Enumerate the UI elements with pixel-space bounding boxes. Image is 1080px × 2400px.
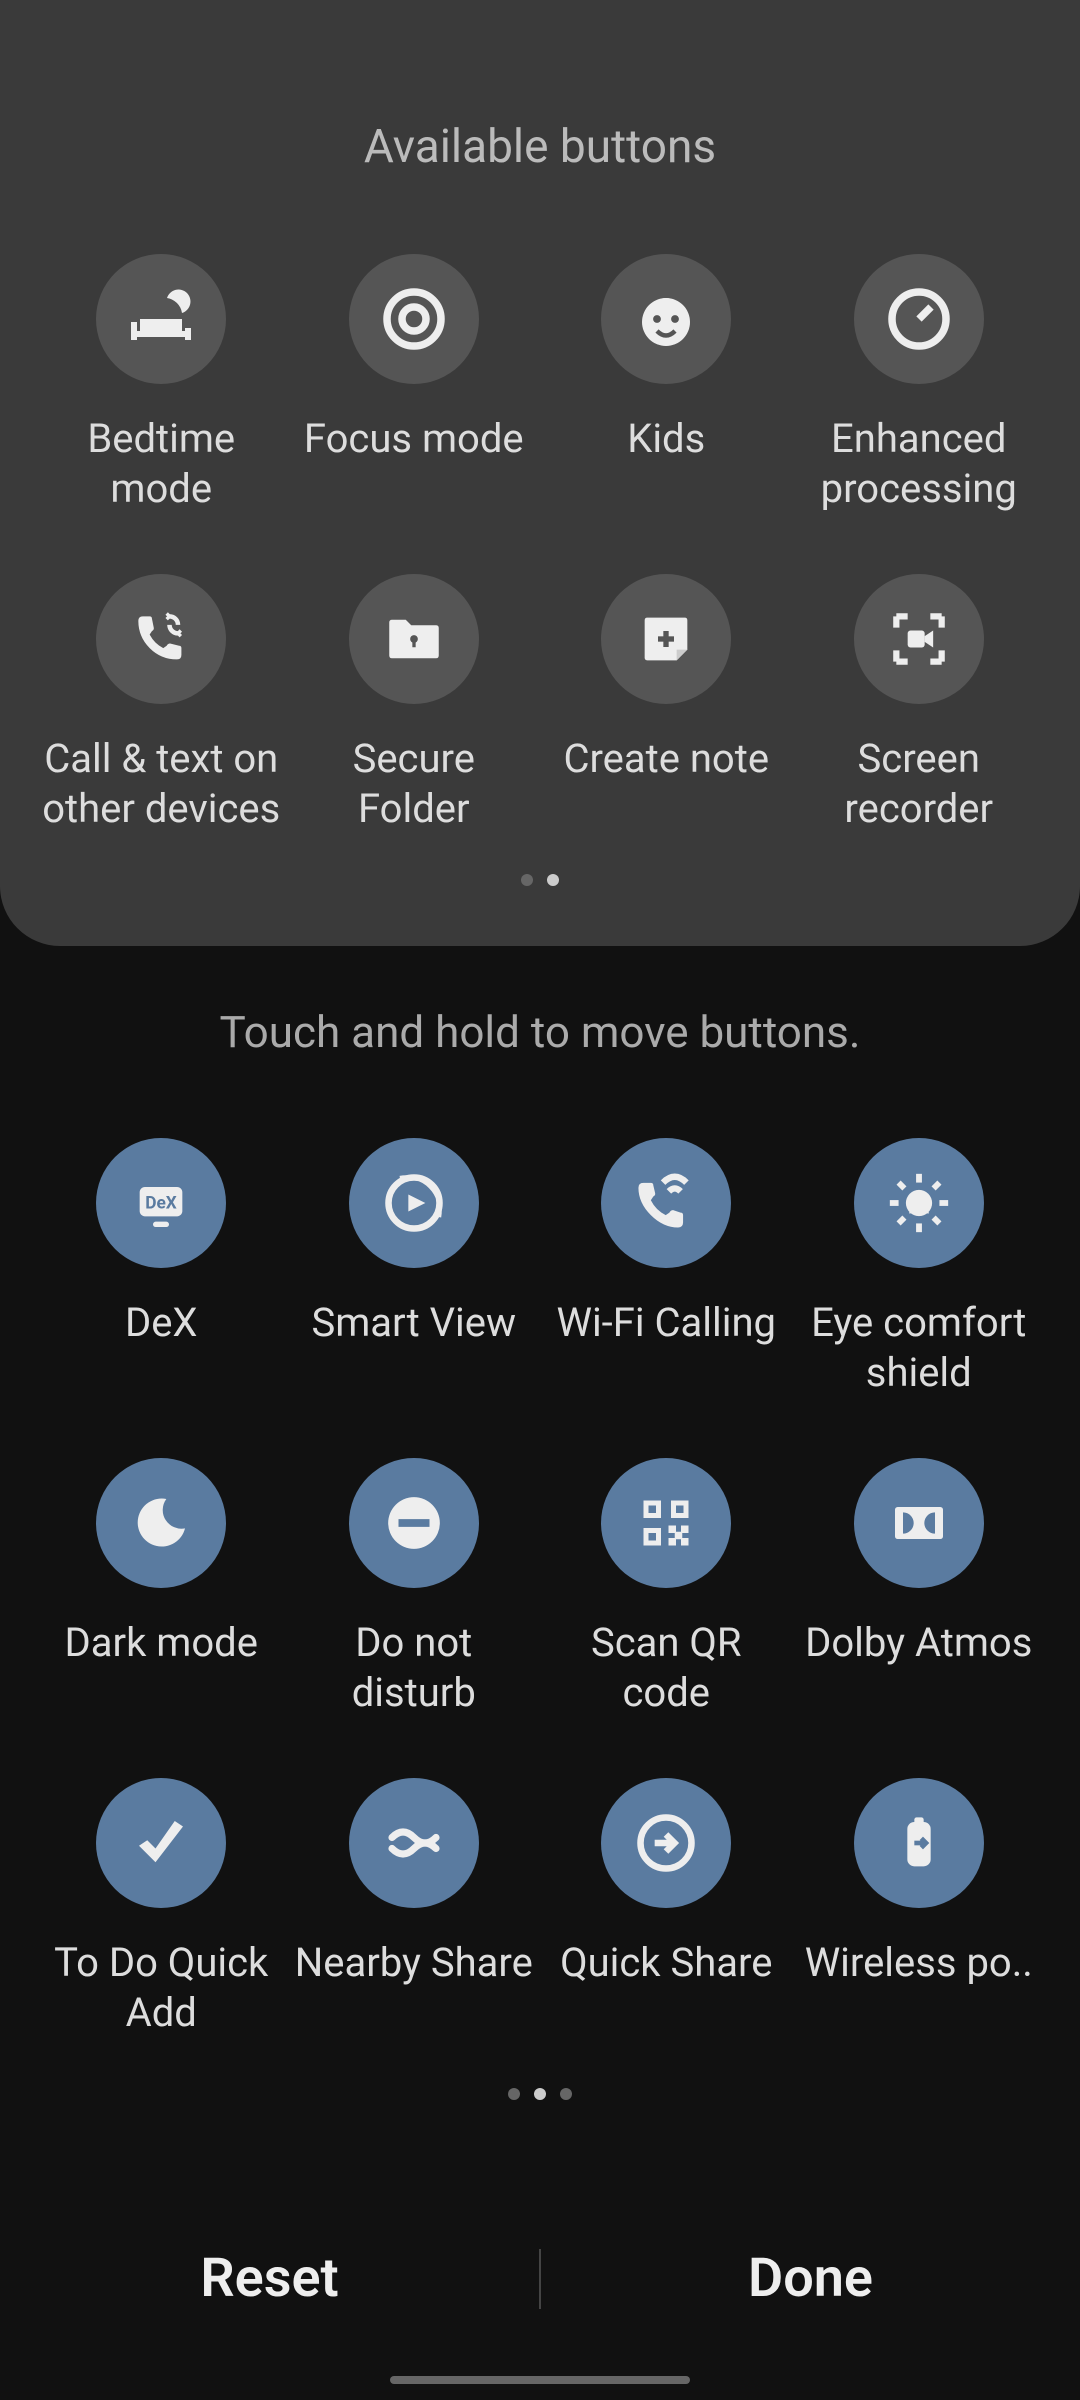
tile-label: Do not disturb: [294, 1618, 534, 1718]
checkmark-icon: [96, 1778, 226, 1908]
screen-recorder-icon: [854, 574, 984, 704]
tile-label: Kids: [627, 414, 705, 464]
footer-bar: Reset Done: [0, 2247, 1080, 2310]
done-button[interactable]: Done: [541, 2247, 1080, 2310]
quick-share-icon: [601, 1778, 731, 1908]
nearby-share-icon: [349, 1778, 479, 1908]
tile-label: Bedtime mode: [41, 414, 281, 514]
tile-wireless-powershare[interactable]: Wireless po..: [798, 1778, 1041, 2038]
tile-label: DeX: [125, 1298, 198, 1348]
bed-icon: [96, 254, 226, 384]
instruction-text: Touch and hold to move buttons.: [0, 1006, 1080, 1058]
note-icon: [601, 574, 731, 704]
tile-label: Dark mode: [65, 1618, 258, 1668]
tile-wifi-calling[interactable]: Wi-Fi Calling: [545, 1138, 788, 1398]
tile-label: Secure Folder: [294, 734, 534, 834]
tile-nearby-share[interactable]: Nearby Share: [293, 1778, 536, 2038]
tile-label: Focus mode: [304, 414, 524, 464]
available-grid: Bedtime mode Focus mode: [40, 254, 1040, 834]
page-dot[interactable]: [534, 2088, 546, 2100]
qr-icon: [601, 1458, 731, 1588]
tile-call-text-devices[interactable]: Call & text on other devices: [40, 574, 283, 834]
page-dot[interactable]: [560, 2088, 572, 2100]
tile-label: Wi-Fi Calling: [556, 1298, 776, 1348]
tile-label: To Do Quick Add: [41, 1938, 281, 2038]
tile-smart-view[interactable]: Smart View: [293, 1138, 536, 1398]
tile-label: Nearby Share: [295, 1938, 533, 1988]
tile-eye-comfort-shield[interactable]: A Eye comfort shield: [798, 1138, 1041, 1398]
tile-kids[interactable]: Kids: [545, 254, 788, 514]
eye-comfort-icon: A: [854, 1138, 984, 1268]
tile-label: Wireless po..: [805, 1938, 1033, 1988]
tile-label: Create note: [563, 734, 769, 784]
available-title: Available buttons: [40, 120, 1040, 174]
gauge-icon: [854, 254, 984, 384]
available-page-indicator: [40, 874, 1040, 886]
battery-share-icon: [854, 1778, 984, 1908]
tile-dolby-atmos[interactable]: Dolby Atmos: [798, 1458, 1041, 1718]
tile-dark-mode[interactable]: Dark mode: [40, 1458, 283, 1718]
tile-label: Quick Share: [560, 1938, 772, 1988]
dnd-icon: [349, 1458, 479, 1588]
tile-do-not-disturb[interactable]: Do not disturb: [293, 1458, 536, 1718]
secure-folder-icon: [349, 574, 479, 704]
tile-label: Dolby Atmos: [805, 1618, 1032, 1668]
tile-label: Eye comfort shield: [799, 1298, 1039, 1398]
tile-label: Call & text on other devices: [41, 734, 281, 834]
tile-label: Smart View: [311, 1298, 516, 1348]
tile-scan-qr-code[interactable]: Scan QR code: [545, 1458, 788, 1718]
tile-label: Scan QR code: [546, 1618, 786, 1718]
wifi-calling-icon: [601, 1138, 731, 1268]
smart-view-icon: [349, 1138, 479, 1268]
active-page-indicator: [0, 2088, 1080, 2100]
tile-screen-recorder[interactable]: Screen recorder: [798, 574, 1041, 834]
page-dot[interactable]: [547, 874, 559, 886]
svg-text:DeX: DeX: [145, 1193, 177, 1213]
call-sync-icon: [96, 574, 226, 704]
gesture-bar[interactable]: [390, 2376, 690, 2384]
moon-icon: [96, 1458, 226, 1588]
reset-button[interactable]: Reset: [0, 2247, 539, 2310]
tile-quick-share[interactable]: Quick Share: [545, 1778, 788, 2038]
dolby-icon: [854, 1458, 984, 1588]
svg-text:A: A: [913, 1195, 925, 1215]
focus-icon: [349, 254, 479, 384]
tile-todo-quick-add[interactable]: To Do Quick Add: [40, 1778, 283, 2038]
tile-create-note[interactable]: Create note: [545, 574, 788, 834]
available-panel: Available buttons Bedtime mode: [0, 0, 1080, 946]
dex-icon: DeX: [96, 1138, 226, 1268]
kids-icon: [601, 254, 731, 384]
page-dot[interactable]: [508, 2088, 520, 2100]
tile-label: Screen recorder: [799, 734, 1039, 834]
tile-focus-mode[interactable]: Focus mode: [293, 254, 536, 514]
active-grid: DeX DeX Smart View Wi-Fi: [0, 1138, 1080, 2038]
tile-secure-folder[interactable]: Secure Folder: [293, 574, 536, 834]
tile-label: Enhanced processing: [799, 414, 1039, 514]
tile-enhanced-processing[interactable]: Enhanced processing: [798, 254, 1041, 514]
tile-dex[interactable]: DeX DeX: [40, 1138, 283, 1398]
tile-bedtime-mode[interactable]: Bedtime mode: [40, 254, 283, 514]
screen: Available buttons Bedtime mode: [0, 0, 1080, 2400]
page-dot[interactable]: [521, 874, 533, 886]
